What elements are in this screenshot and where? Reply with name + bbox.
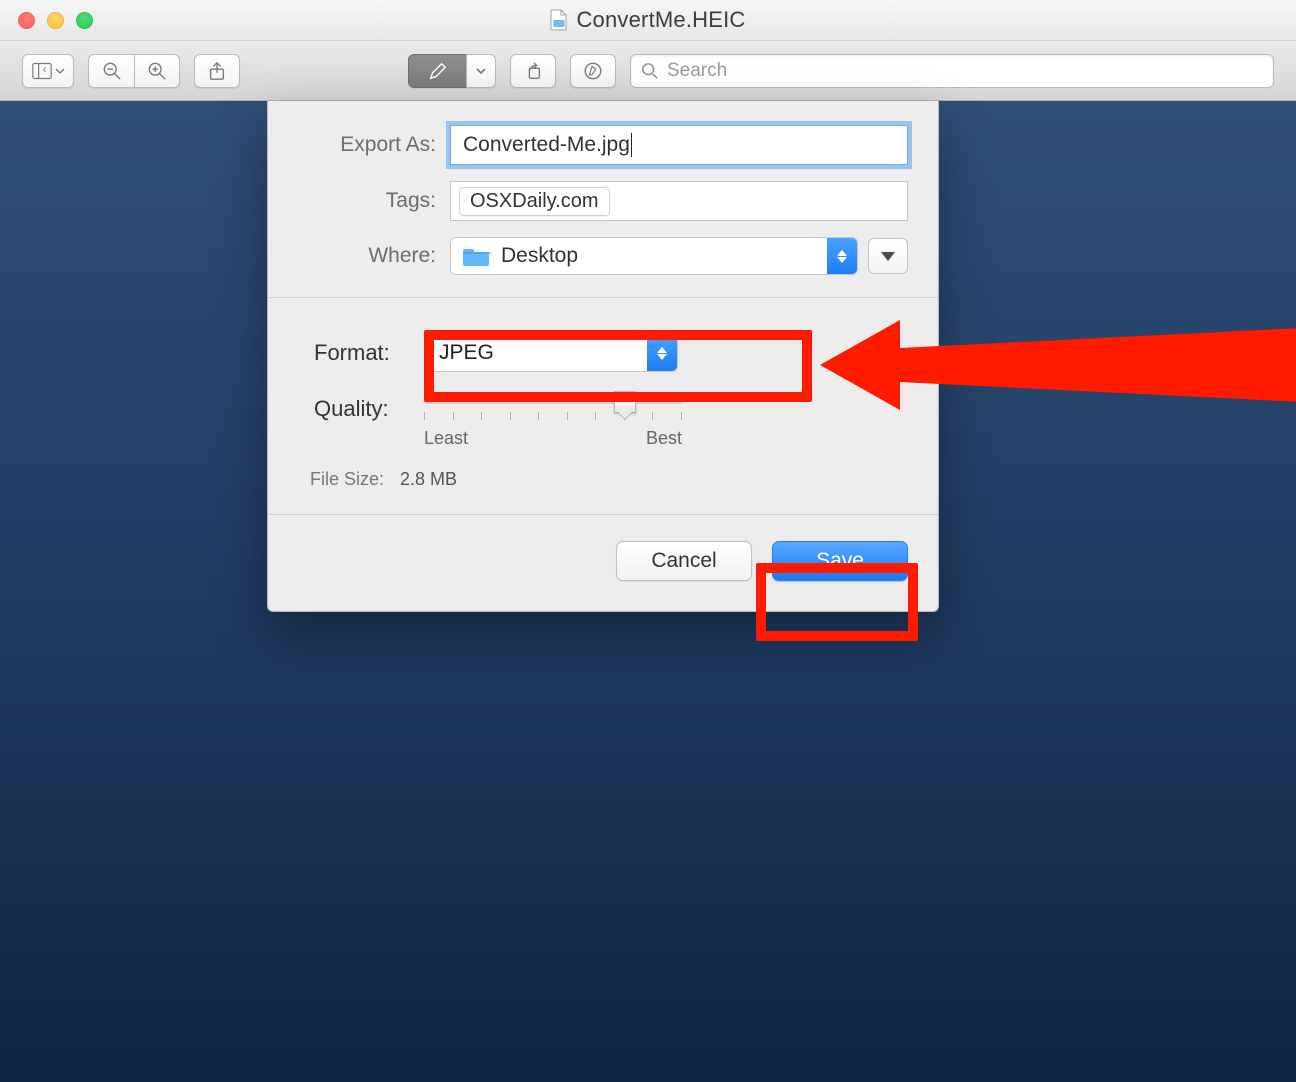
format-popup[interactable]: JPEG (424, 334, 678, 372)
popup-stepper-icon (647, 335, 677, 371)
where-popup[interactable]: Desktop (450, 237, 858, 275)
share-icon (207, 61, 227, 81)
cancel-button[interactable]: Cancel (616, 541, 752, 581)
save-button-label: Save (816, 549, 864, 573)
zoom-out-icon (102, 61, 122, 81)
window-title: ConvertMe.HEIC (576, 7, 745, 33)
save-button[interactable]: Save (772, 541, 908, 581)
quality-slider-thumb[interactable] (614, 391, 636, 413)
toolbar: Search (0, 41, 1296, 101)
markup-button[interactable] (408, 54, 466, 88)
highlight-button[interactable] (570, 54, 616, 88)
share-button[interactable] (194, 54, 240, 88)
window-controls (18, 12, 93, 29)
rotate-button[interactable] (510, 54, 556, 88)
format-value: JPEG (439, 341, 494, 365)
zoom-in-button[interactable] (134, 54, 180, 88)
filesize-value: 2.8 MB (400, 469, 457, 490)
close-window-button[interactable] (18, 12, 35, 29)
export-sheet: Export As: Converted-Me.jpg Tags: OSXDai… (267, 101, 939, 612)
filesize-label: File Size: (310, 469, 384, 490)
export-filename-input[interactable]: Converted-Me.jpg (450, 125, 908, 165)
quality-label: Quality: (308, 392, 424, 422)
search-field[interactable]: Search (630, 54, 1274, 88)
where-label: Where: (298, 244, 450, 268)
zoom-in-icon (147, 61, 167, 81)
quality-best-label: Best (646, 428, 682, 449)
chevron-down-icon (55, 61, 65, 81)
marker-icon (583, 61, 603, 81)
quality-slider[interactable]: Least Best (424, 392, 682, 449)
zoom-group (88, 54, 180, 88)
tags-input[interactable]: OSXDaily.com (450, 181, 908, 221)
markup-group (408, 54, 496, 88)
minimize-window-button[interactable] (47, 12, 64, 29)
zoom-out-button[interactable] (88, 54, 134, 88)
titlebar: ConvertMe.HEIC (0, 0, 1296, 41)
where-value: Desktop (501, 244, 578, 268)
zoom-window-button[interactable] (76, 12, 93, 29)
sidebar-icon (32, 61, 52, 81)
search-placeholder: Search (667, 60, 727, 82)
chevron-down-icon (476, 61, 486, 81)
sidebar-toggle-button[interactable] (22, 54, 74, 88)
format-label: Format: (308, 340, 424, 366)
cancel-button-label: Cancel (651, 549, 716, 573)
search-icon (641, 62, 659, 80)
popup-stepper-icon (827, 238, 857, 274)
rotate-icon (523, 61, 543, 81)
slider-ticks (424, 412, 682, 420)
document-icon (550, 9, 568, 31)
expand-where-button[interactable] (868, 238, 908, 274)
folder-icon (463, 245, 491, 267)
chevron-down-icon (881, 252, 895, 261)
tags-label: Tags: (298, 189, 450, 213)
export-as-label: Export As: (298, 133, 450, 157)
pencil-icon (428, 61, 448, 81)
quality-least-label: Least (424, 428, 468, 449)
export-filename-value: Converted-Me.jpg (463, 133, 630, 157)
markup-menu-button[interactable] (466, 54, 496, 88)
tag-token[interactable]: OSXDaily.com (459, 187, 610, 216)
